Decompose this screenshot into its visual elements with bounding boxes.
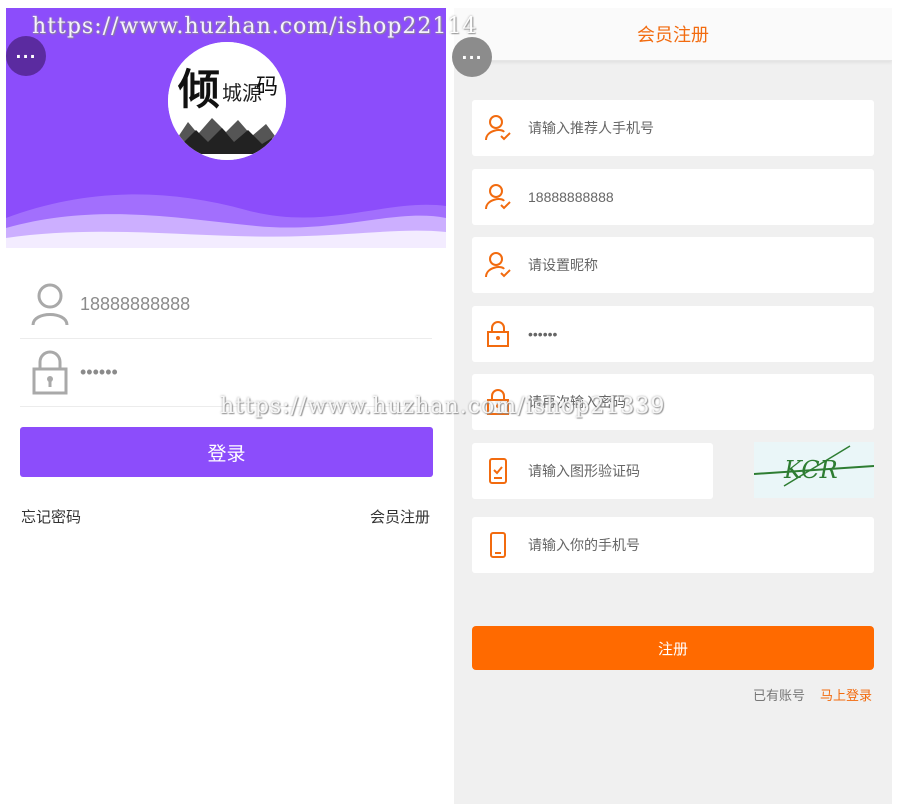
forgot-password-link[interactable]: 忘记密码	[21, 506, 81, 527]
user-check-icon	[485, 115, 511, 141]
referrer-phone-placeholder: 请输入推荐人手机号	[528, 120, 654, 136]
password-field[interactable]: ••••••	[472, 306, 874, 362]
user-check-icon	[485, 184, 511, 210]
user-icon	[31, 283, 69, 326]
login-button[interactable]: 登录	[20, 427, 433, 477]
member-register-link[interactable]: 会员注册	[370, 506, 430, 527]
login-now-link[interactable]: 马上登录	[820, 685, 872, 704]
calligraphy-logo-image: 倾 城源 码	[168, 42, 286, 160]
captcha-drawing: KCR	[754, 445, 874, 487]
captcha-placeholder: 请输入图形验证码	[528, 463, 640, 479]
mobile-placeholder: 请输入你的手机号	[528, 537, 640, 553]
wave-decoration	[6, 194, 446, 248]
captcha-field[interactable]: 请输入图形验证码	[472, 443, 713, 499]
lock-icon	[32, 350, 68, 395]
has-account-label: 已有账号	[753, 689, 806, 704]
mobile-icon	[490, 532, 506, 558]
password-value[interactable]: ••••••	[80, 362, 118, 383]
account-value: 18888888888	[528, 189, 614, 205]
page-title: 会员注册	[637, 25, 709, 46]
svg-text:倾: 倾	[177, 65, 220, 114]
captcha-image[interactable]: KCR	[754, 442, 874, 498]
more-options-button-right[interactable]: ···	[452, 37, 492, 77]
watermark-middle: https://www.huzhan.com/ishop21339	[220, 394, 666, 419]
captcha-icon	[489, 458, 507, 484]
referrer-phone-field[interactable]: 请输入推荐人手机号	[472, 100, 874, 156]
user-check-icon	[485, 252, 511, 278]
svg-text:码: 码	[256, 75, 278, 100]
lock-icon	[487, 321, 509, 347]
nickname-field[interactable]: 请设置昵称	[472, 237, 874, 293]
password-value: ••••••	[528, 326, 558, 342]
nickname-placeholder: 请设置昵称	[528, 257, 598, 273]
register-submit-button[interactable]: 注册	[472, 626, 874, 670]
captcha-text: KCR	[783, 456, 838, 484]
phone-value[interactable]: 18888888888	[80, 294, 190, 315]
more-options-button[interactable]: ···	[6, 36, 46, 76]
mobile-field[interactable]: 请输入你的手机号	[472, 517, 874, 573]
phone-field[interactable]: 18888888888	[20, 270, 432, 339]
login-header-banner: 倾 城源 码	[6, 8, 446, 248]
brand-logo: 倾 城源 码	[168, 42, 286, 160]
account-field[interactable]: 18888888888	[472, 169, 874, 225]
watermark-top: https://www.huzhan.com/ishop22114	[32, 14, 478, 39]
register-header: 会员注册	[454, 8, 892, 61]
